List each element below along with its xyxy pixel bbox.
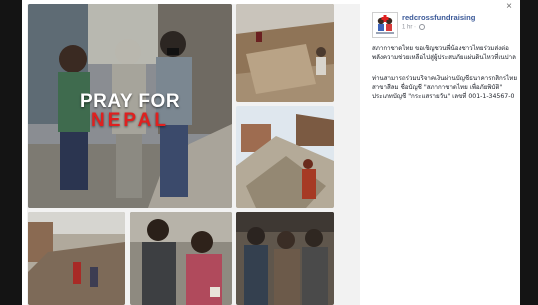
photo-collapsed-buildings[interactable] bbox=[28, 212, 125, 305]
post-meta-separator: · bbox=[414, 24, 418, 31]
photo-collage[interactable]: PRAY FOR NEPAL bbox=[27, 4, 360, 305]
photo-injured-rescue-image bbox=[236, 212, 334, 305]
avatar[interactable] bbox=[372, 12, 398, 38]
post-sidebar: × redcrossfundraising 1 hr · สภากาชาดไทย… bbox=[364, 0, 520, 305]
photo-grieving-women-image bbox=[130, 212, 232, 305]
post-paragraph-1: สภากาชาดไทย ขอเชิญชวนพี่น้องชาวไทยร่วมส่… bbox=[372, 45, 516, 61]
red-cross-children-logo-icon bbox=[373, 13, 397, 37]
close-icon[interactable]: × bbox=[504, 2, 514, 12]
globe-icon bbox=[418, 24, 425, 30]
photo-temple-rubble[interactable] bbox=[236, 106, 334, 208]
photo-collapsed-buildings-image bbox=[28, 212, 125, 305]
pray-for-text: PRAY FOR bbox=[79, 91, 181, 112]
nepal-text: NEPAL bbox=[91, 110, 169, 131]
post-paragraph-2: ท่านสามารถร่วมบริจาคเงินผ่านบัญชีธนาคารก… bbox=[372, 75, 517, 100]
photo-temple-rubble-image bbox=[236, 106, 334, 208]
photo-grieving-women[interactable] bbox=[130, 212, 232, 305]
photo-rubble-workers-image bbox=[236, 4, 334, 102]
photo-rescuers-pray-for-nepal[interactable]: PRAY FOR NEPAL bbox=[28, 4, 232, 208]
photo-injured-rescue[interactable] bbox=[236, 212, 334, 305]
photo-viewer: PRAY FOR NEPAL × redcrossfundraising 1 h… bbox=[22, 0, 520, 305]
post-time[interactable]: 1 hr bbox=[402, 25, 412, 31]
photo-rubble-workers[interactable] bbox=[236, 4, 334, 102]
post-meta: 1 hr · bbox=[402, 24, 425, 31]
page-name-link[interactable]: redcrossfundraising bbox=[402, 13, 475, 22]
